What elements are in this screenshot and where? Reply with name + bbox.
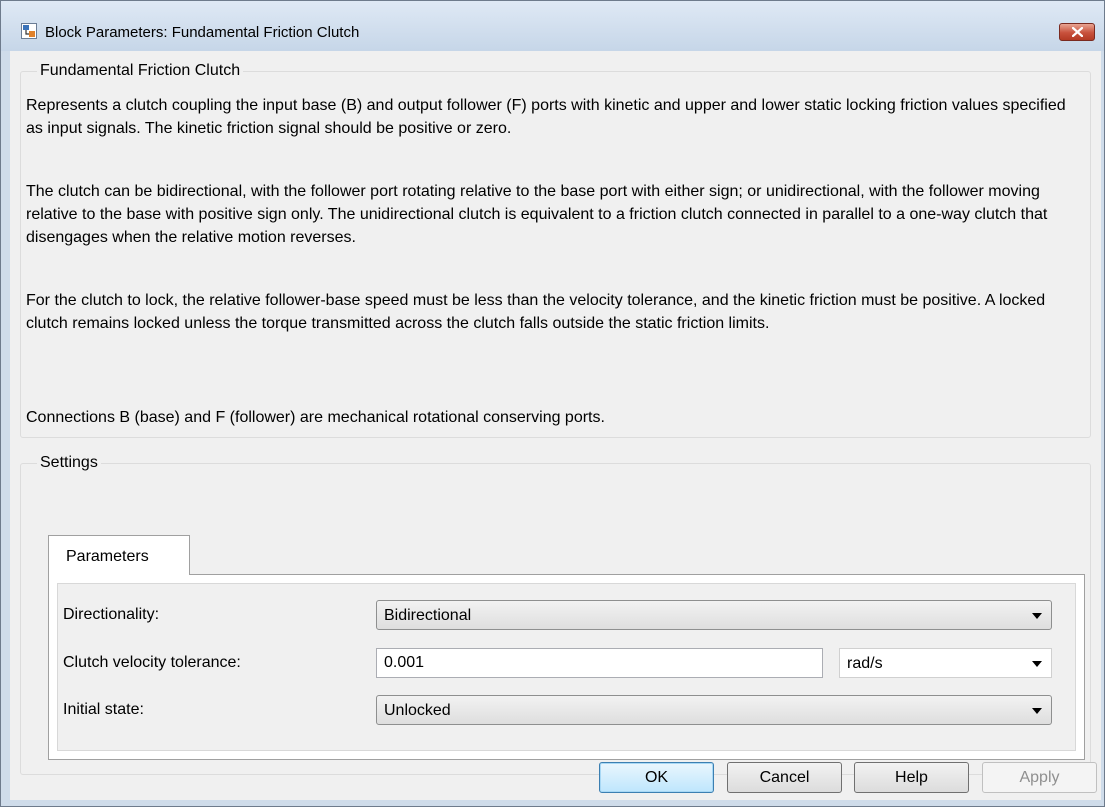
dialog-window: Block Parameters: Fundamental Friction C… — [0, 0, 1105, 807]
cancel-button[interactable]: Cancel — [727, 762, 842, 793]
velocity-unit-dropdown[interactable]: rad/s — [839, 648, 1052, 678]
title-bar[interactable]: Block Parameters: Fundamental Friction C… — [1, 1, 1104, 51]
chevron-down-icon — [1032, 661, 1042, 667]
initial-state-value: Unlocked — [384, 702, 451, 719]
description-paragraph-4: Connections B (base) and F (follower) ar… — [26, 409, 605, 426]
directionality-dropdown[interactable]: Bidirectional — [376, 600, 1052, 630]
chevron-down-icon — [1032, 613, 1042, 619]
help-button[interactable]: Help — [854, 762, 969, 793]
initial-state-label: Initial state: — [63, 701, 144, 718]
tab-parameters[interactable]: Parameters — [48, 535, 190, 575]
settings-group-title: Settings — [37, 454, 101, 472]
description-group-title: Fundamental Friction Clutch — [37, 62, 244, 80]
directionality-label: Directionality: — [63, 606, 160, 623]
close-icon — [1072, 27, 1083, 37]
velocity-unit-value: rad/s — [847, 655, 883, 672]
close-button[interactable] — [1059, 23, 1095, 41]
velocity-tolerance-input[interactable] — [377, 649, 822, 677]
initial-state-dropdown[interactable]: Unlocked — [376, 695, 1052, 725]
velocity-tolerance-label: Clutch velocity tolerance: — [63, 654, 241, 671]
apply-button[interactable]: Apply — [982, 762, 1097, 793]
chevron-down-icon — [1032, 708, 1042, 714]
window-title: Block Parameters: Fundamental Friction C… — [45, 24, 360, 41]
velocity-tolerance-field[interactable] — [376, 648, 823, 678]
description-paragraph-2: The clutch can be bidirectional, with th… — [26, 183, 1048, 246]
dialog-body: Fundamental Friction Clutch Represents a… — [10, 51, 1101, 800]
directionality-value: Bidirectional — [384, 607, 472, 624]
description-paragraph-1: Represents a clutch coupling the input b… — [26, 97, 1066, 137]
description-paragraph-3: For the clutch to lock, the relative fol… — [26, 292, 1046, 332]
simulink-block-icon — [21, 23, 37, 39]
ok-button[interactable]: OK — [599, 762, 714, 793]
tab-parameters-label: Parameters — [66, 548, 149, 565]
